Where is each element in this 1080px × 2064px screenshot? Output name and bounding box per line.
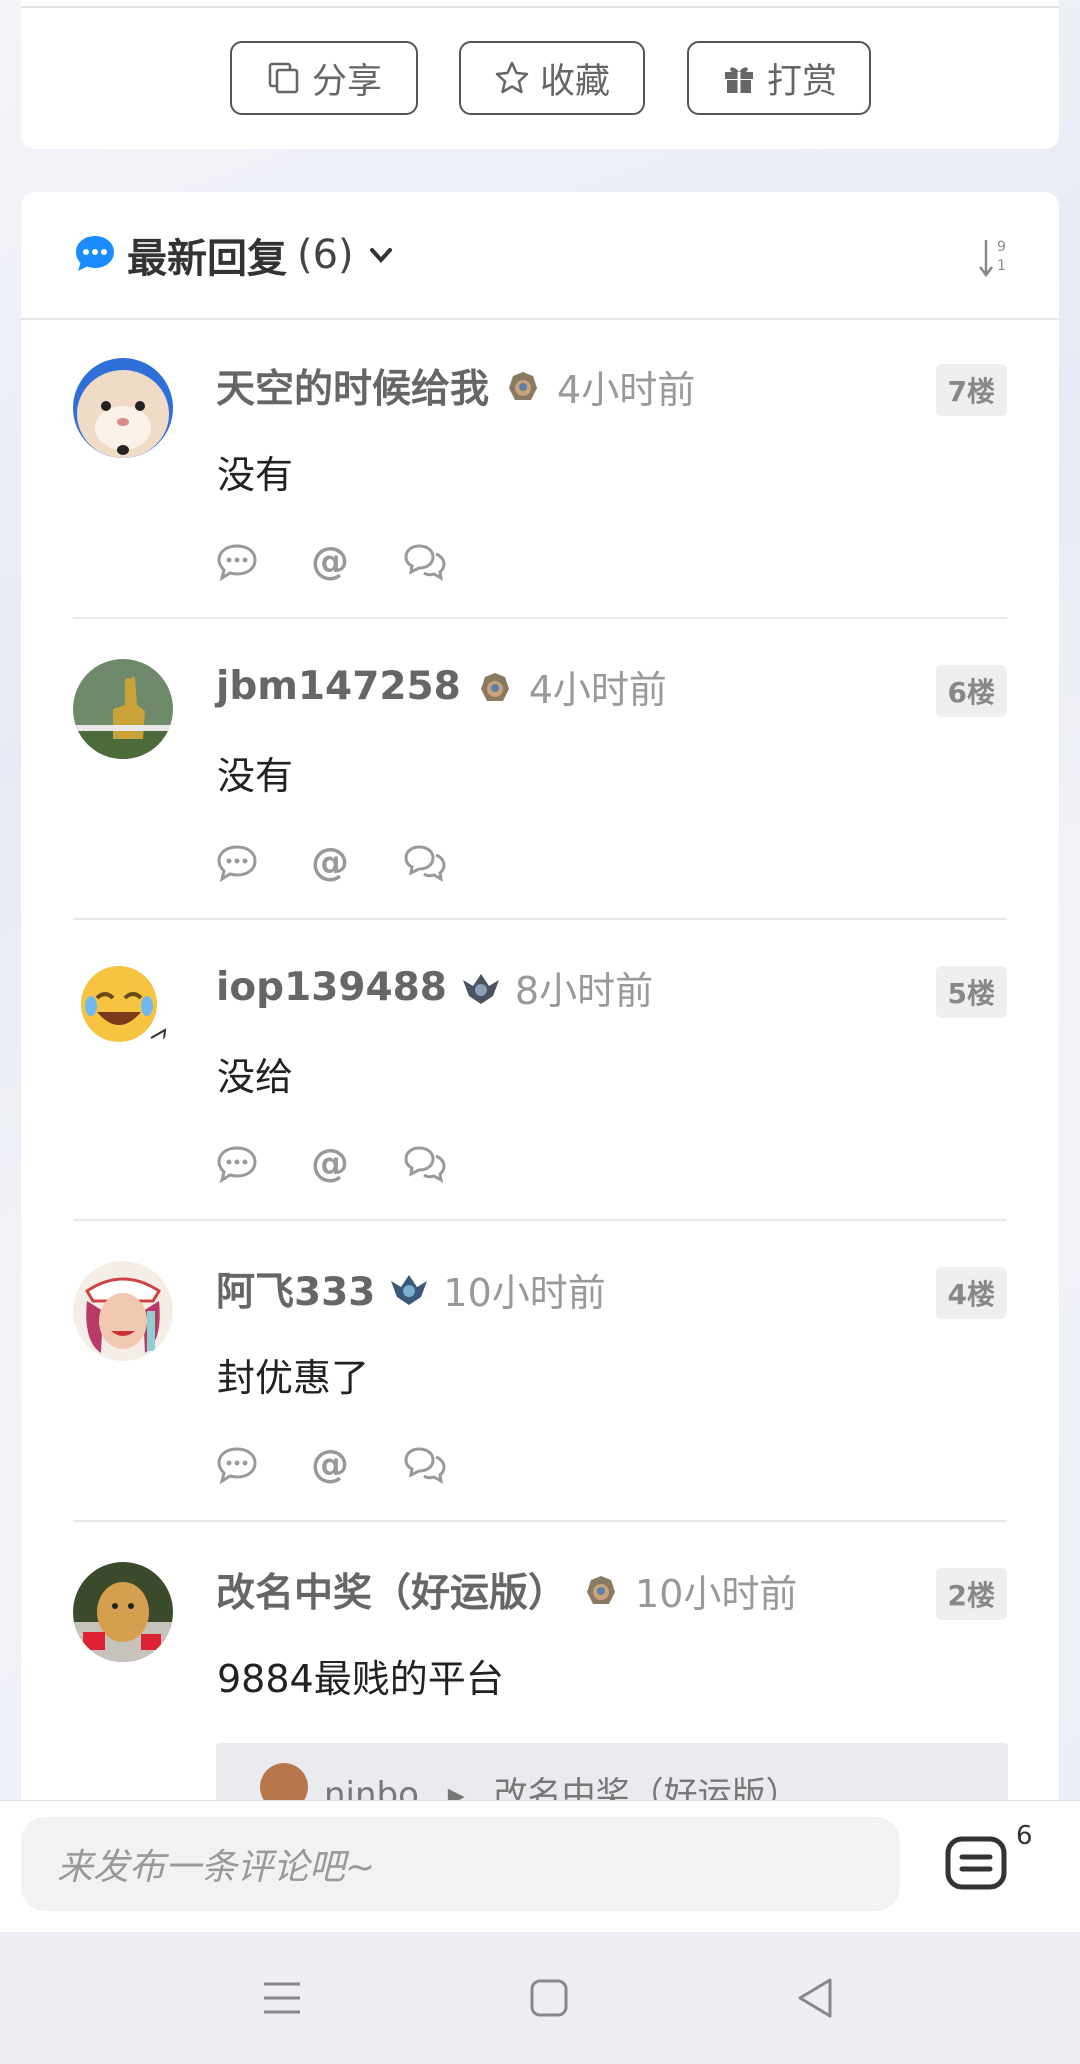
divider [21,6,1059,8]
share-icon [268,62,299,94]
comment-count-badge: 6 [1016,1821,1033,1851]
comment-username[interactable]: jbm147258 4小时前 [216,659,667,714]
mention-icon[interactable]: @ [309,540,353,584]
discussion-icon[interactable] [403,1142,447,1186]
favorite-label: 收藏 [539,61,610,102]
comment-input[interactable]: 来发布一条评论吧~ [21,1817,900,1911]
reply-icon[interactable] [215,540,259,584]
share-label: 分享 [311,61,382,102]
username-text: jbm147258 [216,664,461,709]
svg-text:@: @ [311,1142,349,1185]
emblem-badge-icon [462,973,499,1004]
menu-icon[interactable] [258,1974,306,2022]
helmet-badge-icon [480,672,509,701]
comment-actions: @ [215,540,447,584]
comment-actions: @ [215,1142,447,1186]
comment-username[interactable]: 天空的时候给我 4小时前 [216,358,695,414]
mention-icon[interactable]: @ [309,841,353,885]
tip-button[interactable]: 打赏 [687,41,871,115]
comments-section: 最新回复 (6) 9 1 天空的时候给我 4小时前 7楼 没有 @ jbm147… [21,192,1059,1812]
comment-text: 没有 [217,754,294,798]
svg-text:@: @ [311,1443,349,1486]
sort-order-icon[interactable]: 9 1 [977,236,1011,280]
username-text: 阿飞333 [216,1270,376,1315]
comment-actions: @ [215,841,447,885]
svg-text:@: @ [311,841,349,884]
comments-header: 最新回复 (6) 9 1 [21,192,1059,320]
avatar[interactable] [73,960,173,1060]
helmet-badge-icon [587,1576,616,1604]
reply-icon[interactable] [215,1142,259,1186]
reply-icon[interactable] [215,841,259,885]
floor-badge: 7楼 [935,364,1007,416]
username-text: 天空的时候给我 [216,367,490,412]
comment-time: 8小时前 [514,969,654,1013]
comment-text: 没给 [217,1055,294,1099]
svg-text:9: 9 [997,239,1006,255]
discussion-icon[interactable] [403,1443,447,1487]
system-navigation-bar [0,1932,1080,2064]
comment-actions: @ [215,1443,447,1487]
comment-text: 封优惠了 [217,1356,370,1400]
emblem-badge-icon [391,1275,428,1305]
comments-count: (6) [297,232,354,278]
comment-time: 10小时前 [635,1571,798,1616]
mention-icon[interactable]: @ [309,1142,353,1186]
svg-text:1: 1 [997,258,1006,274]
avatar[interactable] [73,659,173,759]
star-icon [495,61,529,94]
svg-text:@: @ [311,540,349,583]
floor-badge: 6楼 [935,665,1007,717]
comment-username[interactable]: 阿飞333 10小时前 [216,1261,606,1317]
post-actions-card: 分享 收藏 打赏 [21,0,1059,149]
tip-label: 打赏 [766,61,837,102]
comment-item: 天空的时候给我 4小时前 7楼 没有 @ [21,318,1059,619]
comments-icon[interactable] [944,1835,1008,1895]
comment-username[interactable]: iop139488 8小时前 [216,960,653,1015]
floor-badge: 4楼 [935,1267,1007,1319]
home-icon[interactable] [525,1974,573,2022]
back-icon[interactable] [792,1974,840,2022]
comment-username[interactable]: 改名中奖（好运版） 10小时前 [216,1562,797,1618]
favorite-button[interactable]: 收藏 [459,41,645,115]
comment-time: 10小时前 [443,1270,606,1315]
floor-badge: 5楼 [935,966,1007,1018]
chevron-down-icon [369,248,392,263]
avatar[interactable] [73,1261,173,1361]
avatar[interactable] [73,1562,173,1662]
comment-item: jbm147258 4小时前 6楼 没有 @ [21,619,1059,920]
comment-time: 4小时前 [557,367,696,412]
comment-item: iop139488 8小时前 5楼 没给 @ [21,920,1059,1221]
mention-icon[interactable]: @ [309,1443,353,1487]
comment-item: 阿飞333 10小时前 4楼 封优惠了 @ [21,1221,1059,1522]
share-button[interactable]: 分享 [230,41,418,115]
comment-bar: 来发布一条评论吧~ 6 [0,1800,1080,1933]
chat-bubble-icon [76,236,114,271]
reply-icon[interactable] [215,1443,259,1487]
username-text: 改名中奖（好运版） [216,1571,568,1616]
comments-title: 最新回复 [127,236,287,282]
comment-text: 没有 [217,453,294,497]
username-text: iop139488 [216,965,447,1010]
helmet-badge-icon [509,372,538,400]
discussion-icon[interactable] [403,540,447,584]
avatar[interactable] [73,358,173,458]
floor-badge: 2楼 [935,1568,1007,1620]
comment-text: 9884最贱的平台 [217,1657,504,1701]
comments-sort-dropdown[interactable]: 最新回复 (6) [127,226,394,284]
discussion-icon[interactable] [403,841,447,885]
gift-icon [724,67,753,93]
comment-time: 4小时前 [528,668,667,712]
